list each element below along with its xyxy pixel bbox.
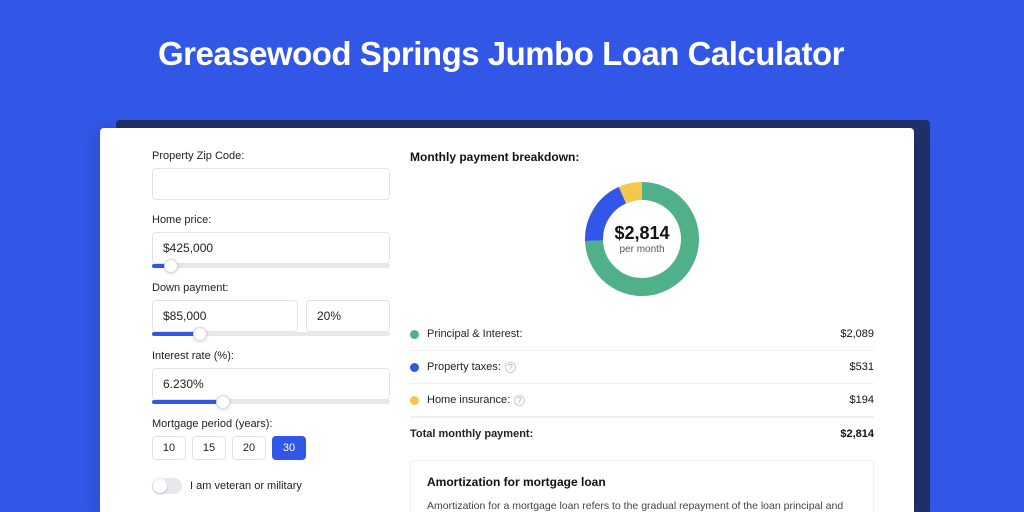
legend-value: $2,089 (840, 328, 874, 340)
zip-input[interactable] (152, 168, 390, 200)
info-icon[interactable]: ? (505, 362, 516, 373)
page-title: Greasewood Springs Jumbo Loan Calculator (0, 0, 1024, 91)
amortization-box: Amortization for mortgage loan Amortizat… (410, 460, 874, 512)
info-icon[interactable]: ? (514, 395, 525, 406)
slider-fill (152, 400, 223, 404)
donut-center: $2,814 per month (581, 178, 703, 300)
toggle-knob (153, 479, 167, 493)
total-label: Total monthly payment: (410, 428, 533, 440)
breakdown-title: Monthly payment breakdown: (410, 150, 874, 164)
veteran-toggle[interactable] (152, 478, 182, 494)
legend-row-taxes: Property taxes: ? $531 (410, 351, 874, 384)
home-price-input[interactable] (152, 232, 390, 264)
period-label: Mortgage period (years): (152, 418, 390, 430)
legend-label: Home insurance: (427, 394, 510, 406)
legend-row-total: Total monthly payment: $2,814 (410, 417, 874, 454)
down-payment-label: Down payment: (152, 282, 390, 294)
period-option-20[interactable]: 20 (232, 436, 266, 460)
home-price-field: Home price: (152, 214, 390, 268)
amortization-text: Amortization for a mortgage loan refers … (427, 499, 857, 512)
down-payment-pct-input[interactable] (306, 300, 390, 332)
home-price-label: Home price: (152, 214, 390, 226)
down-payment-slider[interactable] (152, 332, 390, 336)
veteran-row: I am veteran or military (152, 478, 390, 494)
slider-thumb[interactable] (193, 327, 207, 341)
down-payment-amount-input[interactable] (152, 300, 298, 332)
period-field: Mortgage period (years): 10 15 20 30 (152, 418, 390, 460)
legend-value: $531 (850, 361, 874, 373)
inputs-panel: Property Zip Code: Home price: Down paym… (100, 128, 400, 512)
interest-input[interactable] (152, 368, 390, 400)
home-price-slider[interactable] (152, 264, 390, 268)
legend-row-principal: Principal & Interest: $2,089 (410, 318, 874, 351)
veteran-label: I am veteran or military (190, 480, 302, 492)
period-option-10[interactable]: 10 (152, 436, 186, 460)
legend-value: $194 (850, 394, 874, 406)
period-segmented: 10 15 20 30 (152, 436, 390, 460)
dot-insurance (410, 396, 419, 405)
slider-thumb[interactable] (164, 259, 178, 273)
zip-label: Property Zip Code: (152, 150, 390, 162)
interest-label: Interest rate (%): (152, 350, 390, 362)
donut-wrap: $2,814 per month (410, 178, 874, 300)
total-value: $2,814 (840, 428, 874, 440)
legend-label: Principal & Interest: (427, 328, 522, 340)
legend: Principal & Interest: $2,089 Property ta… (410, 318, 874, 454)
donut-chart: $2,814 per month (581, 178, 703, 300)
legend-row-insurance: Home insurance: ? $194 (410, 384, 874, 417)
legend-label: Property taxes: (427, 361, 501, 373)
interest-slider[interactable] (152, 400, 390, 404)
results-panel: Monthly payment breakdown: $2,814 per mo… (400, 128, 914, 512)
slider-thumb[interactable] (216, 395, 230, 409)
zip-field: Property Zip Code: (152, 150, 390, 200)
down-payment-field: Down payment: (152, 282, 390, 336)
amortization-title: Amortization for mortgage loan (427, 475, 857, 489)
interest-field: Interest rate (%): (152, 350, 390, 404)
period-option-30[interactable]: 30 (272, 436, 306, 460)
donut-amount: $2,814 (614, 223, 669, 244)
dot-principal (410, 330, 419, 339)
period-option-15[interactable]: 15 (192, 436, 226, 460)
calculator-card: Property Zip Code: Home price: Down paym… (100, 128, 914, 512)
donut-sub: per month (619, 244, 664, 255)
dot-taxes (410, 363, 419, 372)
